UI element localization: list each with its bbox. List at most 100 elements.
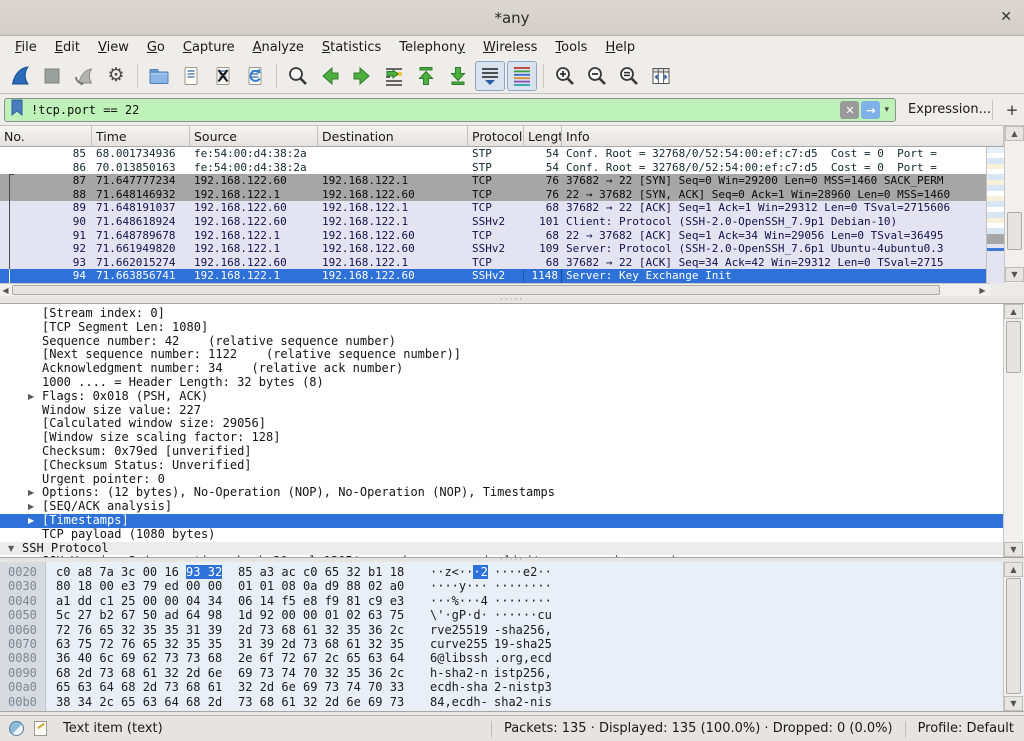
packet-row-93[interactable]: 9371.662015274192.168.122.60192.168.122.… bbox=[0, 256, 986, 270]
detail-line[interactable]: Acknowledgment number: 34 (relative ack … bbox=[0, 362, 1003, 376]
filter-bookmark-icon[interactable] bbox=[9, 99, 25, 121]
packet-row-88[interactable]: 8871.648146932192.168.122.1192.168.122.6… bbox=[0, 188, 986, 202]
column-header-source[interactable]: Source bbox=[190, 126, 318, 146]
column-header-length[interactable]: Length bbox=[524, 126, 562, 146]
detail-line[interactable]: [TCP Segment Len: 1080] bbox=[0, 321, 1003, 335]
detail-line[interactable]: 1000 .... = Header Length: 32 bytes (8) bbox=[0, 376, 1003, 390]
display-filter-input[interactable]: !tcp.port == 22 ✕ → ▾ bbox=[4, 98, 896, 122]
zoom-reset-button[interactable] bbox=[614, 61, 644, 91]
packet-row-85[interactable]: 8568.001734936fe:54:00:d4:38:2aSTP54Conf… bbox=[0, 147, 986, 161]
scroll-thumb[interactable] bbox=[1007, 212, 1022, 250]
menu-view[interactable]: View bbox=[89, 38, 138, 57]
menu-file[interactable]: File bbox=[6, 38, 46, 57]
go-forward-button[interactable] bbox=[347, 61, 377, 91]
packet-row-87[interactable]: 8771.647777234192.168.122.60192.168.122.… bbox=[0, 174, 986, 188]
scroll-up-arrow[interactable]: ▲ bbox=[1005, 126, 1024, 141]
apply-filter-button[interactable]: → bbox=[861, 101, 880, 119]
close-button[interactable]: ✕ bbox=[1000, 9, 1012, 25]
go-last-button[interactable] bbox=[443, 61, 473, 91]
zoom-in-button[interactable] bbox=[550, 61, 580, 91]
detail-line[interactable]: [Checksum Status: Unverified] bbox=[0, 459, 1003, 473]
go-to-packet-button[interactable] bbox=[379, 61, 409, 91]
packet-row-94[interactable]: 9471.663856741192.168.122.1192.168.122.6… bbox=[0, 269, 986, 283]
column-header-info[interactable]: Info bbox=[562, 126, 1004, 146]
expand-arrow-icon[interactable]: ▶ bbox=[28, 500, 34, 514]
detail-scrollbar[interactable]: ▲ ▼ bbox=[1003, 304, 1023, 557]
detail-line[interactable]: [Calculated window size: 29056] bbox=[0, 417, 1003, 431]
filter-history-caret[interactable]: ▾ bbox=[884, 105, 889, 115]
menu-help[interactable]: Help bbox=[596, 38, 644, 57]
detail-line[interactable]: Sequence number: 42 (relative sequence n… bbox=[0, 335, 1003, 349]
scroll-thumb[interactable] bbox=[1006, 321, 1021, 373]
scroll-left-arrow[interactable]: ◀ bbox=[0, 285, 11, 296]
column-header-protocol[interactable]: Protocol bbox=[468, 126, 524, 146]
packet-list-scrollbar[interactable]: ▲ ▼ bbox=[1004, 126, 1024, 283]
detail-line[interactable]: ▶Options: (12 bytes), No-Operation (NOP)… bbox=[0, 486, 1003, 500]
scroll-up-arrow[interactable]: ▲ bbox=[1004, 304, 1023, 319]
expand-arrow-icon[interactable]: ▶ bbox=[28, 486, 34, 500]
detail-line[interactable]: ▼SSH Protocol bbox=[0, 542, 1003, 556]
hex-scrollbar[interactable]: ▲ ▼ bbox=[1003, 562, 1023, 711]
column-header-destination[interactable]: Destination bbox=[318, 126, 468, 146]
scroll-down-arrow[interactable]: ▼ bbox=[1004, 542, 1023, 557]
profile-label[interactable]: Profile: Default bbox=[918, 721, 1014, 736]
hex-row-0090[interactable]: 009068 2d 73 68 61 32 2d 6e69 73 74 70 3… bbox=[0, 666, 1003, 680]
detail-line[interactable]: [Stream index: 0] bbox=[0, 307, 1003, 321]
collapse-arrow-icon[interactable]: ▼ bbox=[8, 542, 14, 556]
column-header-time[interactable]: Time bbox=[92, 126, 190, 146]
zoom-out-button[interactable] bbox=[582, 61, 612, 91]
column-header-no[interactable]: No. bbox=[0, 126, 92, 146]
hscroll-thumb[interactable] bbox=[12, 285, 940, 295]
find-packet-button[interactable] bbox=[283, 61, 313, 91]
detail-line[interactable]: Urgent pointer: 0 bbox=[0, 473, 1003, 487]
expand-arrow-icon[interactable]: ▶ bbox=[28, 514, 34, 528]
detail-line[interactable]: ▶[SEQ/ACK analysis] bbox=[0, 500, 1003, 514]
close-file-button[interactable] bbox=[208, 61, 238, 91]
hex-row-00b0[interactable]: 00b038 34 2c 65 63 64 68 2d73 68 61 32 2… bbox=[0, 695, 1003, 709]
scroll-down-arrow[interactable]: ▼ bbox=[1004, 696, 1023, 711]
menu-wireless[interactable]: Wireless bbox=[474, 38, 546, 57]
menu-go[interactable]: Go bbox=[138, 38, 174, 57]
hex-row-0080[interactable]: 008036 40 6c 69 62 73 73 682e 6f 72 67 2… bbox=[0, 651, 1003, 665]
colorize-button[interactable] bbox=[507, 61, 537, 91]
menu-analyze[interactable]: Analyze bbox=[244, 38, 313, 57]
menu-telephony[interactable]: Telephony bbox=[390, 38, 474, 57]
scroll-right-arrow[interactable]: ▶ bbox=[977, 285, 988, 296]
clear-filter-button[interactable]: ✕ bbox=[840, 101, 859, 119]
hex-row-0040[interactable]: 0040a1 dd c1 25 00 00 04 3406 14 f5 e8 f… bbox=[0, 594, 1003, 608]
pane-splitter-upper[interactable]: ····· bbox=[0, 296, 1024, 303]
start-capture-button[interactable] bbox=[5, 61, 35, 91]
hex-row-0050[interactable]: 00505c 27 b2 67 50 ad 64 981d 92 00 00 0… bbox=[0, 608, 1003, 622]
menu-capture[interactable]: Capture bbox=[174, 38, 244, 57]
go-first-button[interactable] bbox=[411, 61, 441, 91]
titlebar[interactable]: *any ✕ bbox=[0, 0, 1024, 36]
expression-button[interactable]: Expression... bbox=[908, 102, 991, 117]
auto-scroll-button[interactable] bbox=[475, 61, 505, 91]
capture-options-button[interactable]: ⚙ bbox=[101, 61, 131, 91]
detail-line[interactable]: Checksum: 0x79ed [unverified] bbox=[0, 445, 1003, 459]
hex-row-0070[interactable]: 007063 75 72 76 65 32 35 3531 39 2d 73 6… bbox=[0, 637, 1003, 651]
scroll-down-arrow[interactable]: ▼ bbox=[1005, 267, 1024, 282]
hex-row-0060[interactable]: 006072 76 65 32 35 35 31 392d 73 68 61 3… bbox=[0, 623, 1003, 637]
resize-columns-button[interactable] bbox=[646, 61, 676, 91]
hex-row-0030[interactable]: 003080 18 00 e3 79 ed 00 0001 01 08 0a d… bbox=[0, 579, 1003, 593]
detail-line[interactable]: TCP payload (1080 bytes) bbox=[0, 528, 1003, 542]
expert-info-icon[interactable] bbox=[9, 721, 24, 736]
hex-row-00a0[interactable]: 00a065 63 64 68 2d 73 68 6132 2d 6e 69 7… bbox=[0, 680, 1003, 694]
detail-line[interactable]: ▶[Timestamps] bbox=[0, 514, 1003, 528]
detail-line[interactable]: ▶Flags: 0x018 (PSH, ACK) bbox=[0, 390, 1003, 404]
detail-line[interactable]: Window size value: 227 bbox=[0, 404, 1003, 418]
save-file-button[interactable] bbox=[176, 61, 206, 91]
detail-line[interactable]: [Window size scaling factor: 128] bbox=[0, 431, 1003, 445]
scroll-up-arrow[interactable]: ▲ bbox=[1004, 562, 1023, 577]
go-back-button[interactable] bbox=[315, 61, 345, 91]
packet-row-89[interactable]: 8971.648191037192.168.122.60192.168.122.… bbox=[0, 201, 986, 215]
menu-edit[interactable]: Edit bbox=[46, 38, 89, 57]
hex-row-0020[interactable]: 0020c0 a8 7a 3c 00 16 93 3285 a3 ac c0 6… bbox=[0, 565, 1003, 579]
capture-comment-icon[interactable] bbox=[34, 721, 47, 736]
packet-list-minimap[interactable] bbox=[986, 147, 1004, 283]
packet-row-90[interactable]: 9071.648618924192.168.122.60192.168.122.… bbox=[0, 215, 986, 229]
open-file-button[interactable] bbox=[144, 61, 174, 91]
detail-line[interactable]: [Next sequence number: 1122 (relative se… bbox=[0, 348, 1003, 362]
menu-statistics[interactable]: Statistics bbox=[313, 38, 390, 57]
